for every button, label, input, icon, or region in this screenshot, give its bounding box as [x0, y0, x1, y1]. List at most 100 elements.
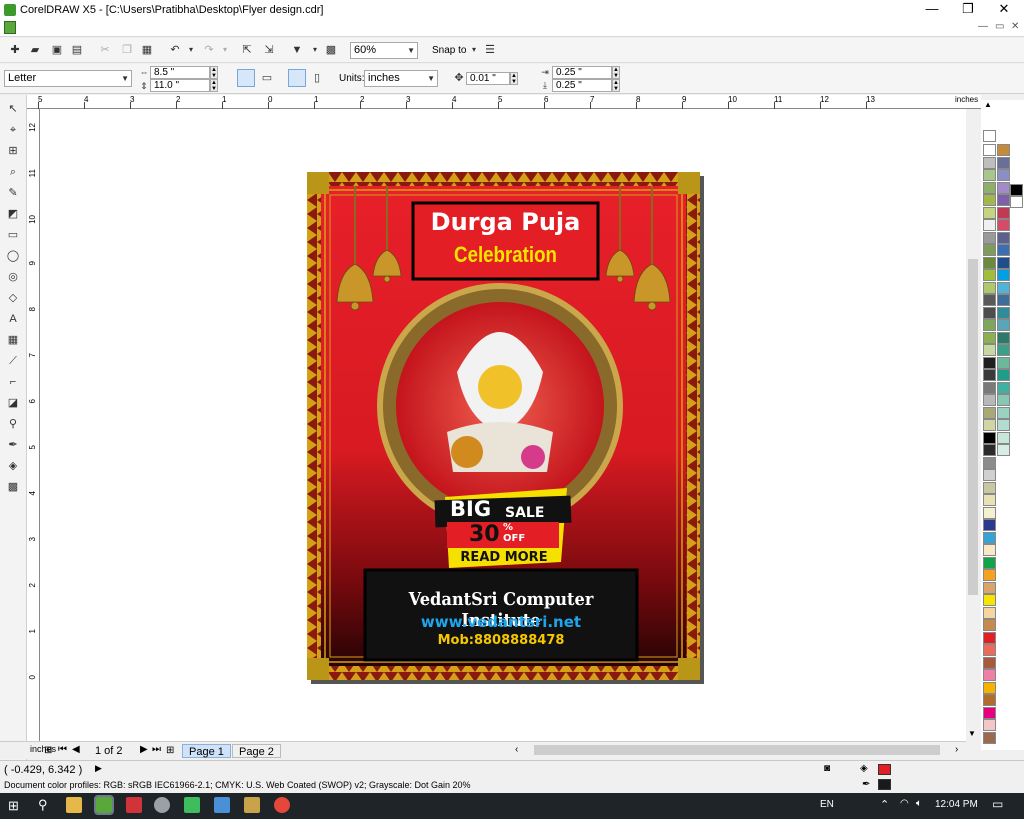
- color-swatch[interactable]: [997, 369, 1010, 381]
- doc-close-icon[interactable]: ✕: [1011, 21, 1019, 32]
- last-page-icon[interactable]: ⏭: [152, 744, 161, 755]
- color-swatch[interactable]: [983, 531, 996, 544]
- import-icon[interactable]: ⇱: [240, 43, 254, 57]
- tab-page-1[interactable]: Page 1: [182, 744, 231, 758]
- next-page-icon[interactable]: ▶: [140, 744, 148, 755]
- spiral-tool-icon[interactable]: ◎: [5, 269, 21, 285]
- notifications-icon[interactable]: ▭: [992, 797, 1003, 811]
- cut-icon[interactable]: ✂: [98, 43, 112, 57]
- interactive-fill-tool-icon[interactable]: ▩: [5, 479, 21, 495]
- height-spinner[interactable]: ▲ ▼: [210, 79, 218, 92]
- shape-tool-icon[interactable]: ⌖: [5, 122, 21, 138]
- color-swatch[interactable]: [983, 406, 996, 419]
- color-swatch[interactable]: [997, 156, 1010, 169]
- language-indicator[interactable]: EN: [820, 799, 834, 810]
- landscape-icon[interactable]: ▭: [260, 71, 274, 85]
- color-swatch[interactable]: [997, 394, 1010, 406]
- close-button[interactable]: ✕: [986, 0, 1022, 19]
- snap-to-button[interactable]: Snap to: [432, 45, 466, 56]
- color-swatch[interactable]: [997, 319, 1010, 331]
- color-swatch[interactable]: [983, 619, 996, 631]
- color-swatch[interactable]: [983, 706, 996, 719]
- crop-tool-icon[interactable]: ⊞: [5, 143, 21, 159]
- vertical-scrollbar[interactable]: ▼: [966, 109, 980, 741]
- file-explorer-icon[interactable]: [66, 797, 82, 813]
- application-launcher-icon[interactable]: ▼: [290, 43, 304, 57]
- chrome-icon[interactable]: [274, 797, 290, 813]
- color-swatch[interactable]: [983, 281, 996, 294]
- redo-dropdown-icon[interactable]: ▾: [218, 43, 232, 57]
- color-swatch[interactable]: [983, 431, 996, 444]
- rectangle-tool-icon[interactable]: ▭: [5, 227, 21, 243]
- fill-tool-icon[interactable]: ◈: [5, 458, 21, 474]
- flyer-page[interactable]: Durga Puja Celebration BIG SALE 30 % OFF…: [307, 172, 700, 680]
- undo-dropdown-icon[interactable]: ▾: [184, 43, 198, 57]
- color-swatch[interactable]: [997, 406, 1010, 419]
- vertical-scroll-thumb[interactable]: [968, 259, 978, 595]
- color-swatch[interactable]: [983, 156, 996, 169]
- page-height-input[interactable]: 11.0 ": [150, 79, 210, 92]
- color-swatch[interactable]: [997, 356, 1010, 369]
- color-swatch[interactable]: [983, 319, 996, 331]
- zoom-tool-icon[interactable]: ⌕: [5, 164, 21, 180]
- color-swatch[interactable]: [983, 206, 996, 219]
- color-swatch[interactable]: [983, 544, 996, 556]
- dimension-tool-icon[interactable]: ⟋: [5, 353, 21, 369]
- dup-y-spinner[interactable]: ▲ ▼: [612, 79, 620, 92]
- color-swatch[interactable]: [983, 719, 996, 731]
- print-icon[interactable]: ▤: [70, 43, 84, 57]
- color-swatch[interactable]: [983, 494, 996, 506]
- new-document-icon[interactable]: ✚: [8, 43, 22, 57]
- clock-time[interactable]: 12:04 PM: [935, 799, 978, 810]
- color-swatch[interactable]: [1010, 184, 1023, 196]
- color-swatch[interactable]: [983, 369, 996, 381]
- color-swatch[interactable]: [997, 344, 1010, 356]
- color-swatch[interactable]: [983, 419, 996, 431]
- nudge-spinner[interactable]: ▲ ▼: [510, 72, 518, 85]
- blend-tool-icon[interactable]: ◪: [5, 395, 21, 411]
- welcome-screen-icon[interactable]: ▩: [324, 43, 338, 57]
- app-icon-yellow[interactable]: [244, 797, 260, 813]
- color-swatch[interactable]: [983, 194, 996, 206]
- tray-chevron-up-icon[interactable]: ⌃: [880, 798, 889, 811]
- color-swatch[interactable]: [997, 169, 1010, 181]
- add-page-end-icon[interactable]: ⊞: [166, 745, 174, 756]
- portrait-button[interactable]: [237, 69, 255, 87]
- color-swatch[interactable]: [997, 294, 1010, 306]
- color-swatch[interactable]: [997, 194, 1010, 206]
- options-icon[interactable]: ☰: [483, 43, 497, 57]
- color-swatch[interactable]: [983, 606, 996, 619]
- color-swatch[interactable]: [997, 431, 1010, 444]
- color-swatch[interactable]: [997, 256, 1010, 269]
- zoom-levels-select[interactable]: 60% ▼: [350, 42, 418, 59]
- color-swatch[interactable]: [983, 244, 996, 256]
- current-page-icon[interactable]: ▯: [310, 71, 324, 85]
- color-swatch[interactable]: [997, 206, 1010, 219]
- palette-scroll-up-icon[interactable]: ▲: [984, 100, 992, 109]
- color-swatch[interactable]: [983, 669, 996, 681]
- page-width-input[interactable]: 8.5 ": [150, 66, 210, 79]
- color-swatch[interactable]: [997, 244, 1010, 256]
- pick-tool-icon[interactable]: ↖: [5, 101, 21, 117]
- color-swatch[interactable]: [983, 144, 996, 156]
- app-icon-gray[interactable]: [154, 797, 170, 813]
- color-swatch[interactable]: [983, 506, 996, 519]
- maximize-button[interactable]: ❐: [950, 0, 986, 19]
- width-spinner[interactable]: ▲ ▼: [210, 66, 218, 79]
- color-swatch[interactable]: [983, 444, 996, 456]
- color-swatch[interactable]: [983, 219, 996, 231]
- color-swatch[interactable]: [983, 356, 996, 369]
- snap-dropdown-icon[interactable]: ▾: [467, 43, 481, 57]
- color-swatch[interactable]: [997, 419, 1010, 431]
- color-swatch[interactable]: [983, 469, 996, 481]
- color-swatch[interactable]: [983, 581, 996, 594]
- color-swatch[interactable]: [983, 631, 996, 644]
- color-swatch[interactable]: [997, 331, 1010, 344]
- outline-color-indicator[interactable]: [878, 779, 891, 790]
- fill-color-indicator[interactable]: [878, 764, 891, 775]
- eyedropper-tool-icon[interactable]: ⚲: [5, 416, 21, 432]
- color-swatch[interactable]: [983, 481, 996, 494]
- color-profiles-text[interactable]: Document color profiles: RGB: sRGB IEC61…: [4, 780, 471, 790]
- color-swatch[interactable]: [983, 306, 996, 319]
- basic-shapes-tool-icon[interactable]: ◇: [5, 290, 21, 306]
